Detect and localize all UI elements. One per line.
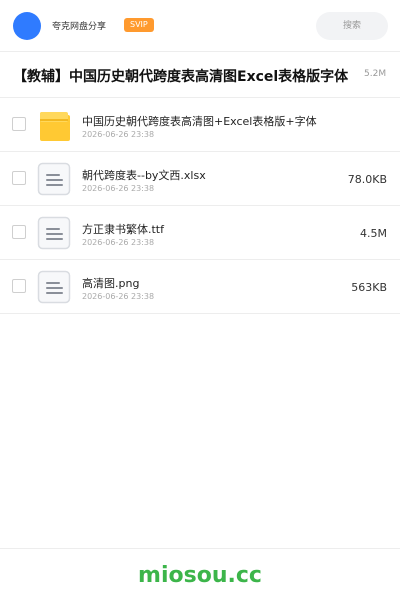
document-icon <box>37 270 71 304</box>
avatar[interactable] <box>13 12 41 40</box>
svip-badge: SVIP <box>124 18 154 32</box>
file-date: 2026-06-26 23:38 <box>82 130 155 139</box>
share-page: 夸克网盘分享 SVIP 搜索 【教辅】中国历史朝代跨度表高清图Excel表格版字… <box>0 0 400 600</box>
document-icon <box>37 162 71 196</box>
list-item-file[interactable]: 方正隶书繁体.ttf 2026-06-26 23:38 4.5M <box>0 206 400 260</box>
file-date: 2026-06-26 23:38 <box>82 184 155 193</box>
list-item-file[interactable]: 高清图.png 2026-06-26 23:38 563KB <box>0 260 400 314</box>
file-size: 78.0KB <box>347 173 387 186</box>
file-name: 方正隶书繁体.ttf <box>82 223 164 236</box>
share-title: 【教辅】中国历史朝代跨度表高清图Excel表格版字体 <box>13 69 349 85</box>
header-bar: 夸克网盘分享 SVIP 搜索 <box>0 0 400 52</box>
file-name: 中国历史朝代跨度表高清图+Excel表格版+字体 <box>82 115 317 128</box>
search-button[interactable]: 搜索 <box>316 12 388 40</box>
site-watermark[interactable]: miosou.cc <box>0 563 400 588</box>
file-size: 563KB <box>351 281 387 294</box>
checkbox[interactable] <box>12 225 26 239</box>
list-item-folder[interactable]: 中国历史朝代跨度表高清图+Excel表格版+字体 2026-06-26 23:3… <box>0 98 400 152</box>
footer-bar: miosou.cc <box>0 548 400 600</box>
file-size: 4.5M <box>360 227 387 240</box>
list-item-file[interactable]: 朝代跨度表--by文西.xlsx 2026-06-26 23:38 78.0KB <box>0 152 400 206</box>
document-icon <box>37 216 71 250</box>
file-date: 2026-06-26 23:38 <box>82 292 155 301</box>
folder-icon <box>40 112 70 141</box>
share-title-row: 【教辅】中国历史朝代跨度表高清图Excel表格版字体 5.2M <box>0 52 400 98</box>
total-size: 5.2M <box>364 69 387 79</box>
file-date: 2026-06-26 23:38 <box>82 238 155 247</box>
file-name: 高清图.png <box>82 277 140 290</box>
brand-name: 夸克网盘分享 <box>52 22 107 32</box>
checkbox[interactable] <box>12 279 26 293</box>
checkbox[interactable] <box>12 117 26 131</box>
file-name: 朝代跨度表--by文西.xlsx <box>82 169 206 182</box>
checkbox[interactable] <box>12 171 26 185</box>
file-list: 中国历史朝代跨度表高清图+Excel表格版+字体 2026-06-26 23:3… <box>0 98 400 314</box>
